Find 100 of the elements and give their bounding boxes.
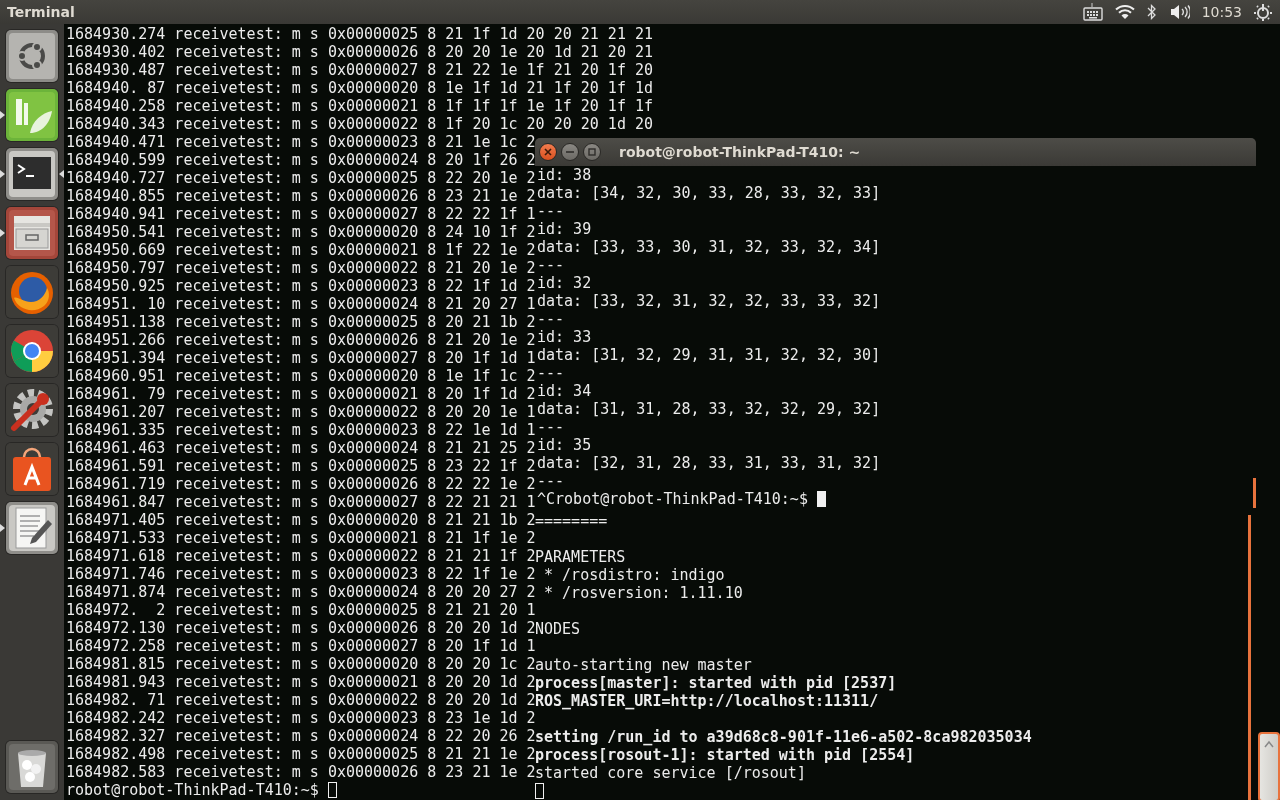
terminal-line: 1684930.402 receivetest: m s 0x00000026 8 20 20 1e 20 1d 21 20 21 (66, 43, 653, 61)
terminal-line: 1684971.533 receivetest: m s 0x00000021 8 21 1f 1e 2 (66, 529, 536, 547)
terminal-line: id: 34 (537, 382, 592, 400)
terminal-line: 1684930.487 receivetest: m s 0x00000027 8 21 22 1e 1f 21 20 1f 20 (66, 61, 653, 79)
terminal-line: 1684961.207 receivetest: m s 0x00000022 8 20 20 1e 1 (66, 403, 536, 421)
launcher-item[interactable] (6, 741, 58, 793)
terminal-line: 1684971.618 receivetest: m s 0x00000022 8 21 21 1f 2 (66, 547, 536, 565)
terminal-line: 1684971.405 receivetest: m s 0x00000020 8 21 21 1b 2 (66, 511, 536, 529)
terminal-line: 1684940.343 receivetest: m s 0x00000022 8 1f 20 1c 20 20 20 1d 20 (66, 115, 653, 133)
app-title: Terminal (7, 4, 75, 20)
terminal-line: 1684951. 10 receivetest: m s 0x00000024 8 21 20 27 1 (66, 295, 536, 313)
terminal-line: --- (537, 364, 565, 382)
launcher-item[interactable] (6, 443, 58, 495)
terminal-line: 1684971.746 receivetest: m s 0x00000023 8 22 1f 1e 2 (66, 565, 536, 583)
terminal-line: id: 38 (537, 166, 592, 184)
terminal-line: --- (537, 310, 565, 328)
globe-icon (6, 266, 58, 318)
terminal-line: id: 32 (537, 274, 592, 292)
terminal-line: 1684940.471 receivetest: m s 0x00000023 8 21 1e 1c 2 (66, 133, 536, 151)
terminal-line: 1684961.847 receivetest: m s 0x00000027 8 22 21 21 1 (66, 493, 536, 511)
ring-logo-icon (6, 30, 58, 82)
scroll-indicator (1253, 478, 1256, 508)
terminal-line: setting /run_id to a39d68c8-901f-11e6-a502-8ca982035034 (535, 728, 1032, 746)
scroll-thumb[interactable] (1258, 732, 1280, 800)
terminal-line: data: [31, 32, 29, 31, 31, 32, 32, 30] (537, 346, 881, 364)
drawer-icon (6, 207, 58, 259)
terminal-line: id: 39 (537, 220, 592, 238)
terminal-line: 1684972. 2 receivetest: m s 0x00000025 8 21 21 20 1 (66, 601, 536, 619)
terminal-line: 1684940.941 receivetest: m s 0x00000027 8 22 22 1f 1 (66, 205, 536, 223)
launcher-item[interactable] (6, 502, 58, 554)
bluetooth-icon[interactable] (1146, 4, 1156, 20)
terminal-line: process[master]: started with pid [2537] (535, 674, 897, 692)
terminal-line: ROS_MASTER_URI=http://localhost:11311/ (535, 692, 879, 710)
terminal-line: 1684940.599 receivetest: m s 0x00000024 8 20 1f 26 2 (66, 151, 536, 169)
terminal-line: data: [34, 32, 30, 33, 28, 33, 32, 33] (537, 184, 881, 202)
terminal-line: 1684960.951 receivetest: m s 0x00000020 8 1e 1f 1c 2 (66, 367, 536, 385)
terminal-line: data: [33, 32, 31, 32, 32, 33, 33, 32] (537, 292, 881, 310)
terminal-line: 1684982.242 receivetest: m s 0x00000023 8 23 1e 1d 2 (66, 709, 536, 727)
terminal-line: --- (537, 472, 565, 490)
terminal-line: 1684982.583 receivetest: m s 0x00000026 8 23 21 1e 2 (66, 763, 536, 781)
wifi-icon[interactable] (1114, 4, 1135, 20)
terminal-line: 1684961.335 receivetest: m s 0x00000023 8 22 1e 1d 1 (66, 421, 536, 439)
terminal-line: 1684971.874 receivetest: m s 0x00000024 8 20 20 27 2 (66, 583, 536, 601)
terminal-line: * /rosversion: 1.11.10 (543, 584, 743, 602)
terminal-line: 1684961.591 receivetest: m s 0x00000025 8 23 22 1f 2 (66, 457, 536, 475)
terminal-line: 1684950.797 receivetest: m s 0x00000022 8 21 20 1e 2 (66, 259, 536, 277)
prompt-text: ^Crobot@robot-ThinkPad-T410:~$ (537, 490, 808, 508)
launcher-item[interactable] (6, 266, 58, 318)
clock[interactable]: 10:53 (1201, 4, 1242, 20)
terminal-line: 1684950.925 receivetest: m s 0x00000023 8 22 1f 1d 2 (66, 277, 536, 295)
trash-icon (6, 741, 58, 793)
terminal-line: started core service [/rosout] (535, 764, 806, 782)
terminal-line: * /rosdistro: indigo (543, 566, 725, 584)
maximize-icon (588, 148, 596, 156)
keyboard-icon[interactable] (1082, 3, 1103, 21)
launcher-item[interactable] (6, 207, 58, 259)
terminal-line: 1684940.727 receivetest: m s 0x00000025 8 22 20 1e 2 (66, 169, 536, 187)
terminal-line: 1684940. 87 receivetest: m s 0x00000020 8 1e 1f 1d 21 1f 20 1f 1d (66, 79, 653, 97)
launcher-item[interactable] (6, 325, 58, 377)
terminal-line: 1684982.327 receivetest: m s 0x00000024 8 22 20 26 2 (66, 727, 536, 745)
terminal-line: ======== (535, 512, 608, 530)
terminal-line: 1684982. 71 receivetest: m s 0x00000022 8 20 20 1d 2 (66, 691, 536, 709)
window-title: robot@robot-ThinkPad-T410: ~ (619, 144, 861, 160)
minimize-button[interactable] (561, 143, 579, 161)
shopping-bag-icon (6, 443, 58, 495)
terminal-line: NODES (535, 620, 581, 638)
terminal-line: 1684951.138 receivetest: m s 0x00000025 8 20 21 1b 2 (66, 313, 536, 331)
terminal-line: --- (537, 202, 565, 220)
close-button[interactable] (539, 143, 557, 161)
terminal-line: 1684961.719 receivetest: m s 0x00000026 8 22 22 1e 2 (66, 475, 536, 493)
terminal-line: 1684950.669 receivetest: m s 0x00000021 8 1f 22 1e 2 (66, 241, 536, 259)
terminal-line: 1684951.394 receivetest: m s 0x00000027 8 20 1f 1d 1 (66, 349, 536, 367)
terminal-line: 1684961. 79 receivetest: m s 0x00000021 8 20 1f 1d 2 (66, 385, 536, 403)
terminal-line: id: 33 (537, 328, 592, 346)
minimize-icon (566, 151, 574, 153)
terminal-line: 1684940.258 receivetest: m s 0x00000021 8 1f 1f 1f 1e 1f 20 1f 1f (66, 97, 653, 115)
terminal-line: 1684981.815 receivetest: m s 0x00000020 8 20 20 1c 2 (66, 655, 536, 673)
volume-icon[interactable] (1169, 4, 1190, 20)
maximize-button[interactable] (583, 143, 601, 161)
leaf-icon (6, 89, 58, 141)
terminal-line: 1684981.943 receivetest: m s 0x00000021 8 20 20 1d 2 (66, 673, 536, 691)
terminal-line: 1684982.498 receivetest: m s 0x00000025 8 21 21 1e 2 (66, 745, 536, 763)
terminal-line: 1684951.266 receivetest: m s 0x00000026 8 21 20 1e 2 (66, 331, 536, 349)
power-icon[interactable] (1254, 3, 1272, 21)
terminal-line: id: 35 (537, 436, 592, 454)
gear-wrench-icon (6, 384, 58, 436)
terminal-line: data: [33, 33, 30, 31, 32, 33, 32, 34] (537, 238, 881, 256)
prompt-text: robot@robot-ThinkPad-T410:~$ (66, 781, 319, 799)
notepad-pencil-icon (6, 502, 58, 554)
terminal-line: 1684972.130 receivetest: m s 0x00000026 8 20 20 1d 2 (66, 619, 536, 637)
terminal-line: 1684930.274 receivetest: m s 0x00000025 8 21 1f 1d 20 20 21 21 21 (66, 25, 653, 43)
terminal-line: 1684961.463 receivetest: m s 0x00000024 8 21 21 25 2 (66, 439, 536, 457)
terminal-line: 1684972.258 receivetest: m s 0x00000027 8 20 1f 1d 1 (66, 637, 536, 655)
terminal-line: data: [32, 31, 28, 33, 31, 33, 31, 32] (537, 454, 881, 472)
launcher-item[interactable] (6, 148, 58, 200)
terminal-line: 1684950.541 receivetest: m s 0x00000020 8 24 10 1f 2 (66, 223, 536, 241)
terminal-line: data: [31, 31, 28, 33, 32, 32, 29, 32] (537, 400, 881, 418)
close-icon (544, 148, 552, 156)
terminal-line: 1684940.855 receivetest: m s 0x00000026 8 23 21 1e 2 (66, 187, 536, 205)
launcher-item[interactable] (6, 384, 58, 436)
